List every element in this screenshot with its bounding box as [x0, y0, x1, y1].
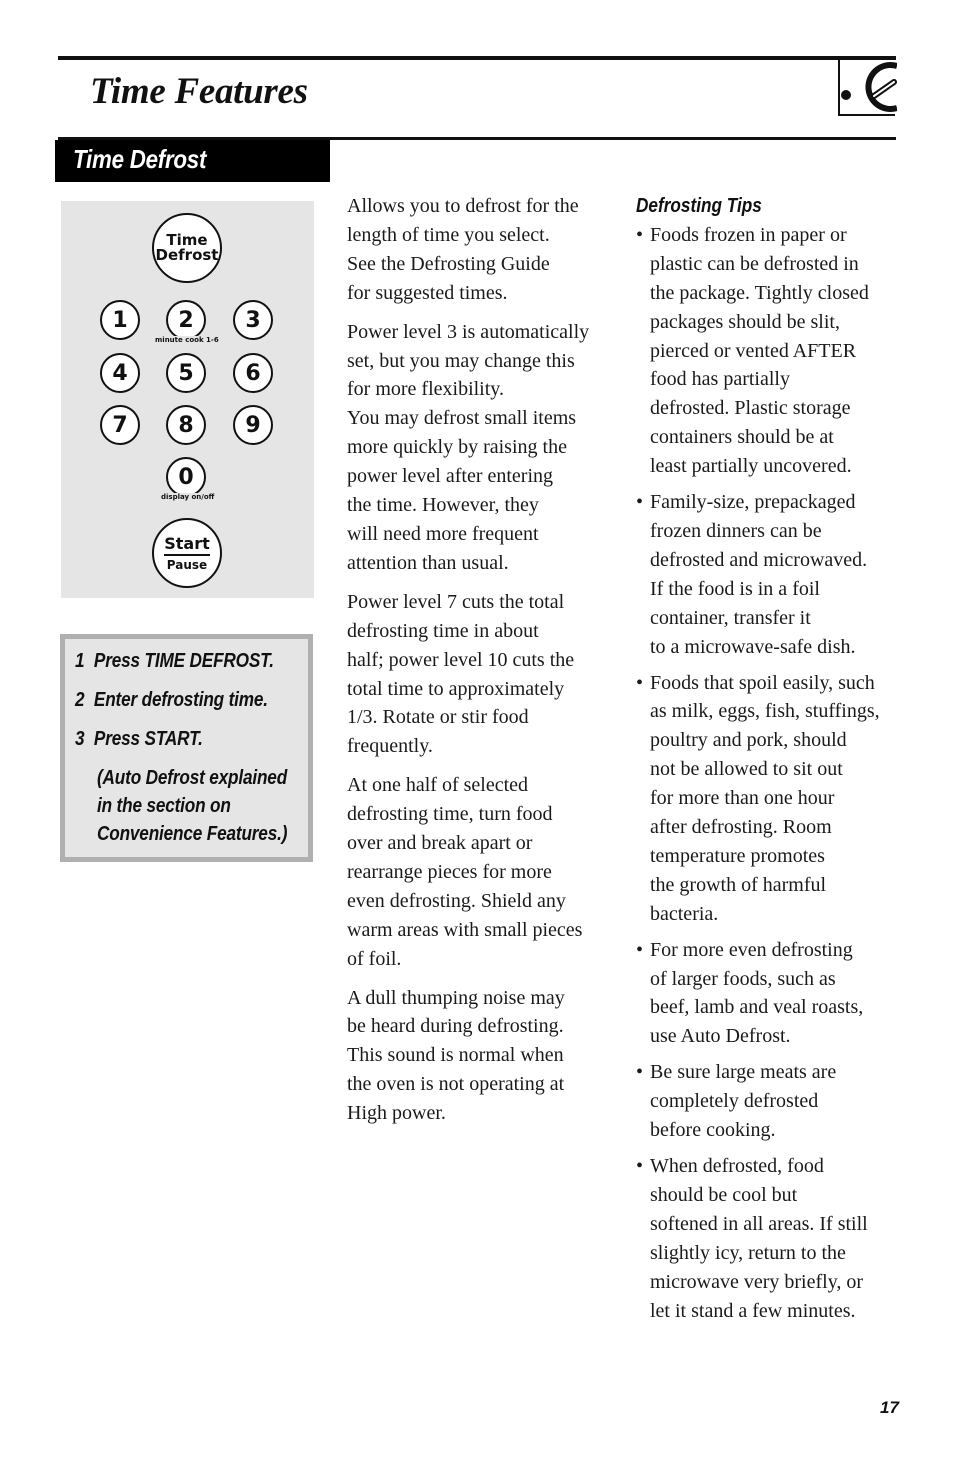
tip-text: Family-size, prepackaged frozen dinners … — [650, 491, 868, 658]
body-paragraph: Allows you to defrost for the length of … — [347, 195, 579, 304]
bullet-icon: • — [636, 491, 644, 514]
step-text: Press START. — [93, 728, 203, 750]
body-text-column: Allows you to defrost for the length of … — [347, 192, 609, 1138]
note-line: in the section on — [97, 795, 231, 817]
number-key-3[interactable]: 3 — [233, 300, 273, 340]
tip-text: Foods frozen in paper or plastic can be … — [650, 223, 869, 478]
step-text: Press TIME DEFROST. — [93, 650, 274, 672]
step-number: 2 — [75, 689, 85, 711]
tip-text: Foods that spoil easily, such as milk, e… — [650, 671, 880, 925]
step-3: 3 Press START. — [75, 728, 203, 751]
tip-text: Be sure large meats are completely defro… — [650, 1061, 837, 1142]
defrosting-tips: Defrosting Tips • Foods frozen in paper o… — [636, 192, 904, 1332]
note-line: (Auto Defrost explained — [97, 767, 288, 789]
bullet-icon: • — [636, 938, 644, 961]
page-title: Time Features — [90, 71, 308, 112]
tip-text: For more even defrosting of larger foods… — [650, 938, 864, 1048]
tip-item: • Family-size, prepackaged frozen dinners… — [636, 488, 904, 661]
note-line: Convenience Features.) — [97, 823, 288, 845]
body-paragraph: At one half of selected defrosting time,… — [347, 774, 583, 970]
tip-item: • For more even defrosting of larger food… — [636, 936, 904, 1052]
body-paragraph: You may defrost small items more quickly… — [347, 407, 577, 574]
number-key-0[interactable]: 0 — [166, 457, 206, 497]
time-defrost-key[interactable]: Time Defrost — [152, 213, 222, 283]
bullet-icon: • — [636, 223, 644, 246]
tip-item: • Foods that spoil easily, such as milk, … — [636, 669, 904, 929]
bullet-icon: • — [636, 671, 644, 694]
tip-item: • Foods frozen in paper or plastic can be… — [636, 221, 904, 481]
top-rule — [58, 56, 896, 60]
bullet-icon: • — [636, 1155, 644, 1177]
number-key-4[interactable]: 4 — [100, 353, 140, 393]
number-key-1[interactable]: 1 — [100, 300, 140, 340]
key-0-sublabel: display on/off — [160, 493, 216, 501]
step-number: 1 — [75, 650, 85, 672]
start-key-label: Start — [164, 535, 210, 556]
number-key-2[interactable]: 2 — [166, 300, 206, 340]
start-pause-key[interactable]: Start Pause — [152, 518, 222, 588]
key-2-sublabel: minute cook 1-6 — [154, 336, 220, 344]
tip-item: • Be sure large meats are completely defr… — [636, 1058, 904, 1145]
section-header: Time Defrost — [55, 140, 330, 182]
step-text: Enter defrosting time. — [93, 689, 268, 711]
keypad-illustration: Time Defrost 1 2 3 minute cook 1-6 4 5 6… — [61, 201, 314, 598]
body-paragraph: Power level 7 cuts the total defrosting … — [347, 590, 575, 758]
clock-dial-icon — [841, 62, 897, 112]
number-key-6[interactable]: 6 — [233, 353, 273, 393]
bullet-icon: • — [636, 1061, 644, 1084]
tips-heading: Defrosting Tips — [636, 195, 762, 217]
body-paragraph: Power level 3 is automatically set, but … — [347, 320, 590, 401]
number-key-5[interactable]: 5 — [166, 353, 206, 393]
time-defrost-key-line2: Defrost — [155, 246, 219, 264]
step-2: 2 Enter defrosting time. — [75, 689, 268, 712]
number-key-8[interactable]: 8 — [166, 405, 206, 445]
page-number: 17 — [880, 1398, 899, 1417]
pause-key-label: Pause — [166, 557, 208, 572]
body-paragraph: A dull thumping noise may be heard durin… — [347, 986, 565, 1125]
section-title: Time Defrost — [73, 144, 207, 174]
header-logo — [838, 58, 897, 116]
tip-item: • When defrosted, food should be cool but… — [636, 1152, 904, 1325]
number-key-9[interactable]: 9 — [233, 405, 273, 445]
step-number: 3 — [75, 728, 85, 750]
step-1: 1 Press TIME DEFROST. — [75, 650, 274, 673]
number-key-7[interactable]: 7 — [100, 405, 140, 445]
instructions-box: 1 Press TIME DEFROST. 2 Enter defrosting t… — [60, 634, 313, 862]
tip-text: When defrosted, food should be cool but … — [650, 1155, 868, 1322]
